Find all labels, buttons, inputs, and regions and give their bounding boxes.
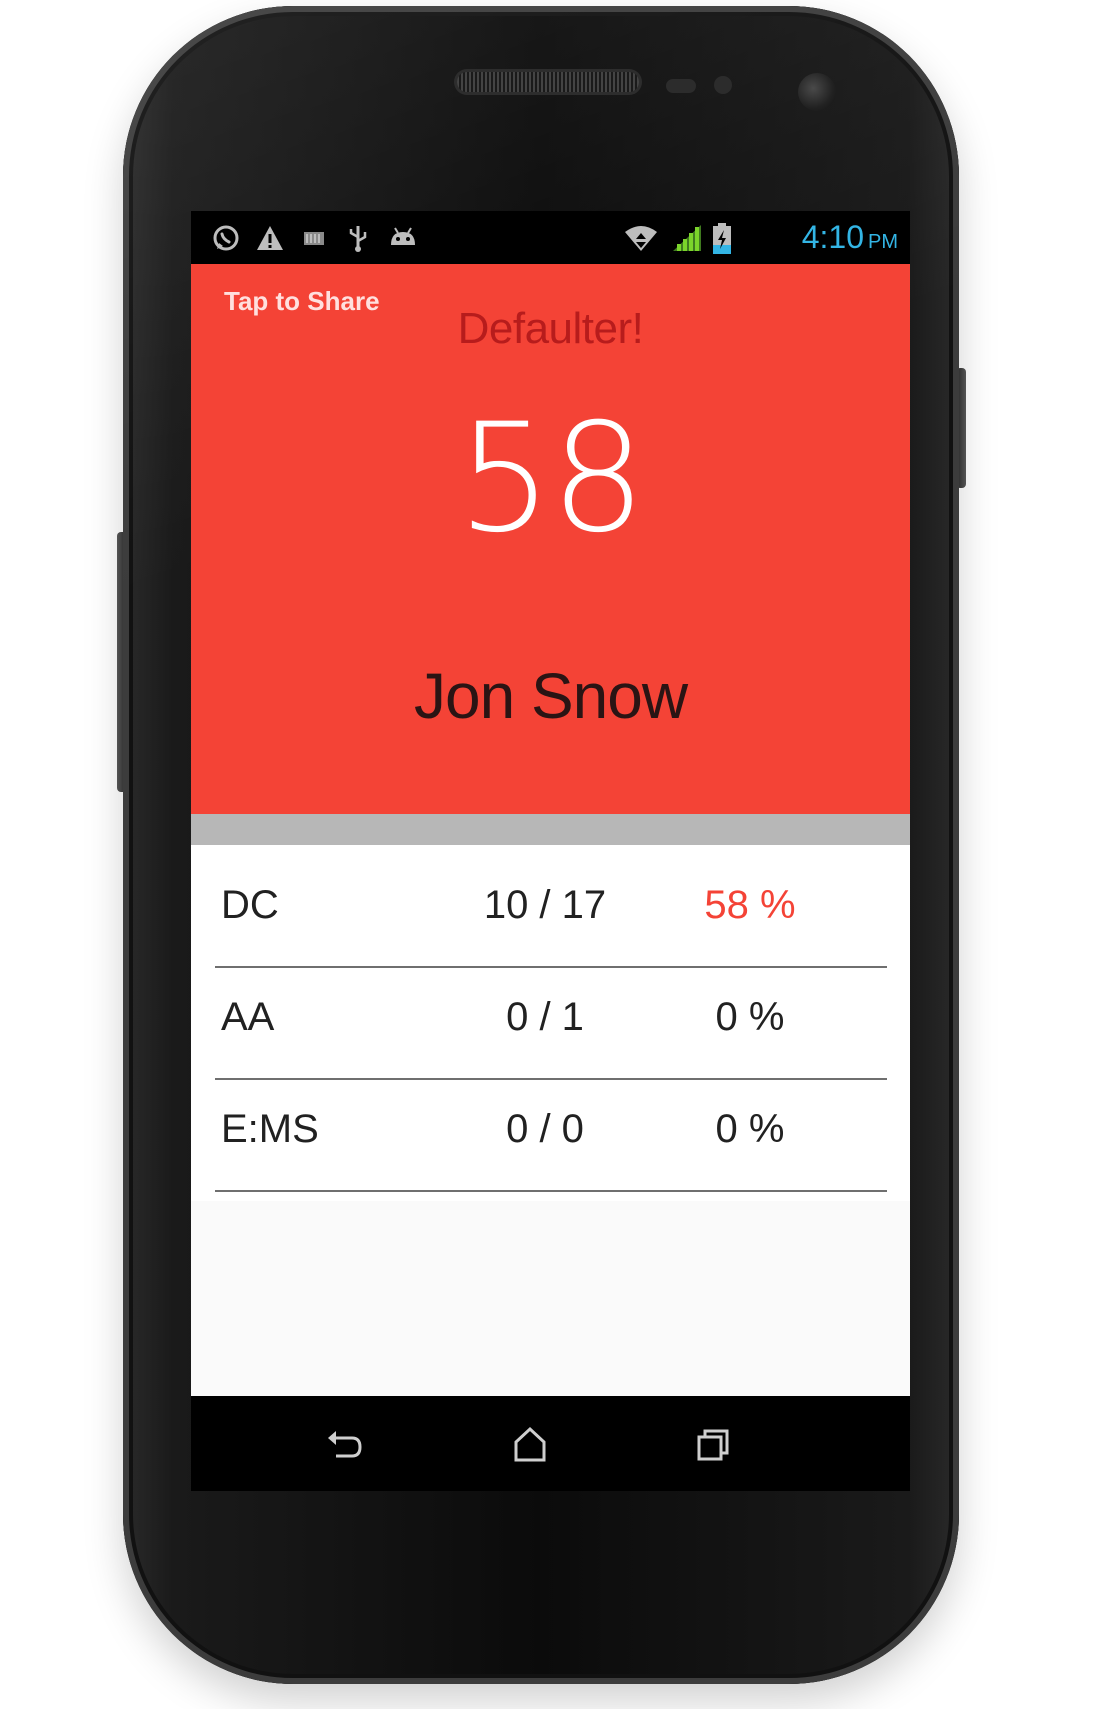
subject-name: E:MS: [221, 1107, 319, 1151]
subject-ratio: 0 / 1: [506, 995, 584, 1039]
subject-percent: 0 %: [715, 995, 785, 1039]
whatsapp-icon: [211, 223, 241, 253]
subject-percent: 58 %: [704, 883, 796, 927]
subject-list: DC 10 / 17 58 % AA 0 / 1 0 % E:MS 0 / 0 …: [191, 845, 910, 1201]
attendance-summary-card[interactable]: Tap to Share Defaulter! 58 Jon Snow: [191, 264, 910, 814]
signal-icon: [671, 223, 703, 253]
subject-ratio: 10 / 17: [483, 883, 607, 927]
back-icon[interactable]: [322, 1424, 368, 1464]
status-time: 4:10 PM: [801, 219, 898, 255]
earpiece-speaker: [457, 72, 639, 92]
subject-percent: 0 %: [715, 1107, 785, 1151]
recents-icon[interactable]: [691, 1424, 737, 1464]
sdcard-icon: [299, 223, 329, 253]
proximity-sensor: [666, 79, 696, 93]
list-item[interactable]: AA 0 / 1 0 %: [215, 957, 887, 1080]
list-item[interactable]: E:MS 0 / 0 0 %: [215, 1069, 887, 1192]
subject-name: DC: [221, 883, 279, 927]
android-debug-icon: [387, 223, 419, 253]
home-icon[interactable]: [507, 1424, 553, 1464]
battery-charging-icon: [711, 223, 733, 254]
student-name: Jon Snow: [413, 660, 688, 732]
screen: 4:10 PM Tap to Share Defaulter! 58 Jon Sn…: [191, 211, 910, 1491]
status-bar: 4:10 PM: [191, 211, 910, 264]
navigation-bar: [191, 1396, 910, 1491]
status-title: Defaulter!: [457, 304, 644, 353]
list-item[interactable]: DC 10 / 17 58 %: [215, 845, 887, 968]
usb-icon: [343, 223, 373, 253]
warning-icon: [255, 223, 285, 253]
overall-percentage: 58: [457, 392, 646, 566]
section-divider: [191, 814, 910, 845]
subject-name: AA: [221, 995, 275, 1039]
subject-ratio: 0 / 0: [506, 1107, 584, 1151]
light-sensor: [714, 76, 732, 94]
front-camera: [798, 73, 836, 111]
wifi-icon: [623, 223, 659, 253]
